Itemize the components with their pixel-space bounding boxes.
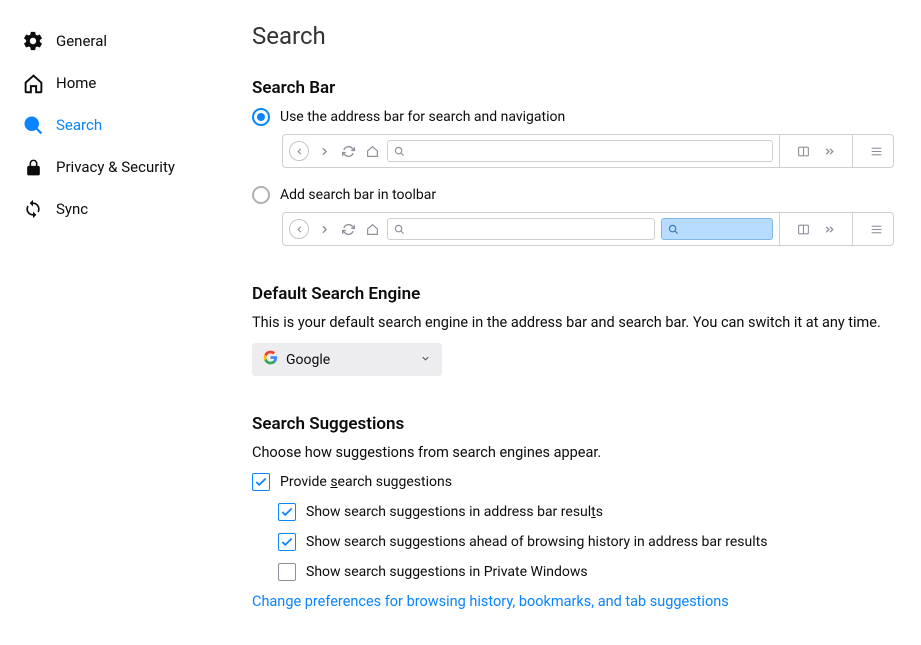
chevron-down-icon [420,352,431,368]
sidebar-item-label: Home [56,74,96,92]
radio-addressbar-label: Use the address bar for search and navig… [280,109,565,125]
chk-row-private[interactable]: Show search suggestions in Private Windo… [278,563,894,581]
chk-addrbar[interactable] [278,503,296,521]
page-title: Search [252,22,894,50]
chk-private[interactable] [278,563,296,581]
sync-icon [22,198,44,220]
chk-provide-label: Provide search suggestions [280,474,452,490]
suggestions-heading: Search Suggestions [252,414,894,434]
home-icon [22,72,44,94]
reload-icon [339,220,357,238]
overflow-icon [820,142,838,160]
default-engine-heading: Default Search Engine [252,284,894,304]
main-content: Search Search Bar Use the address bar fo… [220,0,921,645]
default-engine-select[interactable]: Google [252,343,442,376]
radio-row-searchbar[interactable]: Add search bar in toolbar [252,186,894,204]
chk-private-label: Show search suggestions in Private Windo… [306,564,588,580]
toolbar-mock-searchbar [282,212,894,246]
forward-icon [315,142,333,160]
home-small-icon [363,142,381,160]
suggestions-section: Search Suggestions Choose how suggestion… [252,414,894,610]
sidebar-item-label: General [56,32,107,50]
sidebar: General Home Search Privacy & Security S… [0,0,220,645]
radio-row-addressbar[interactable]: Use the address bar for search and navig… [252,108,894,126]
search-bar-heading: Search Bar [252,78,894,98]
menu-icon [867,220,885,238]
back-icon [289,219,309,239]
sidebar-item-search[interactable]: Search [0,104,220,146]
sidebar-panel-icon [794,220,812,238]
sidebar-item-sync[interactable]: Sync [0,188,220,230]
chk-addrbar-label: Show search suggestions in address bar r… [306,504,603,520]
radio-searchbar-label: Add search bar in toolbar [280,187,436,203]
radio-addressbar[interactable] [252,108,270,126]
chk-row-addrbar[interactable]: Show search suggestions in address bar r… [278,503,894,521]
home-small-icon [363,220,381,238]
sidebar-panel-icon [794,142,812,160]
default-engine-desc: This is your default search engine in th… [252,314,894,331]
menu-icon [867,142,885,160]
chk-row-provide[interactable]: Provide search suggestions [252,473,894,491]
gear-icon [22,30,44,52]
chk-provide[interactable] [252,473,270,491]
back-icon [289,141,309,161]
sidebar-item-label: Sync [56,200,88,218]
toolbar-mock-addressbar [282,134,894,168]
history-prefs-link[interactable]: Change preferences for browsing history,… [252,593,729,610]
search-icon [22,114,44,136]
address-field-mock [387,218,655,240]
lock-icon [22,156,44,178]
sidebar-item-label: Privacy & Security [56,158,175,176]
overflow-icon [820,220,838,238]
sidebar-item-general[interactable]: General [0,20,220,62]
suggestions-desc: Choose how suggestions from search engin… [252,444,894,461]
address-field-mock [387,140,773,162]
forward-icon [315,220,333,238]
radio-searchbar[interactable] [252,186,270,204]
search-field-mock [661,218,773,240]
reload-icon [339,142,357,160]
chk-ahead[interactable] [278,533,296,551]
default-engine-section: Default Search Engine This is your defau… [252,284,894,376]
chk-row-ahead[interactable]: Show search suggestions ahead of browsin… [278,533,894,551]
sidebar-item-home[interactable]: Home [0,62,220,104]
search-bar-section: Search Bar Use the address bar for searc… [252,78,894,246]
google-icon [263,350,278,369]
sidebar-item-privacy[interactable]: Privacy & Security [0,146,220,188]
sidebar-item-label: Search [56,116,102,134]
chk-ahead-label: Show search suggestions ahead of browsin… [306,534,767,550]
default-engine-value: Google [286,352,330,368]
